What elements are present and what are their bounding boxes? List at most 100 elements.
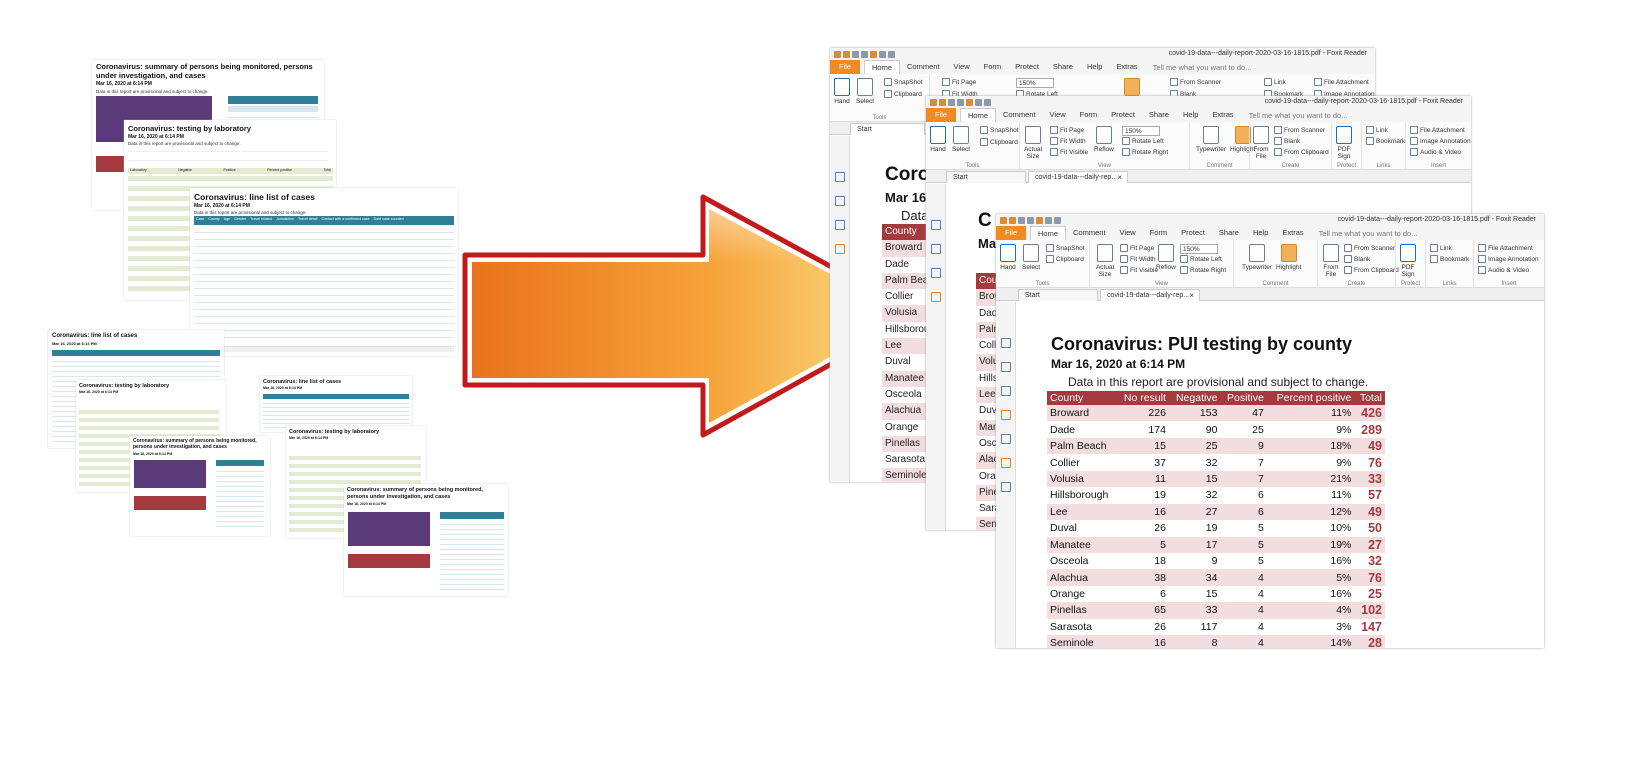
cell-total: 426 — [1354, 405, 1385, 422]
cell-total: 57 — [1354, 487, 1385, 504]
redo-icon[interactable] — [984, 98, 991, 106]
table-row: Palm Beach 15 25 9 18% 49 — [1047, 437, 1385, 455]
menu-form-2[interactable]: Form — [1073, 108, 1105, 122]
close-tab-icon[interactable]: × — [1189, 290, 1194, 302]
cell-positive: 4 — [1220, 585, 1267, 603]
print-icon[interactable] — [1027, 216, 1034, 224]
undo-icon[interactable] — [1045, 216, 1052, 224]
cell-no-result: 19 — [1116, 487, 1169, 504]
menu-share-2[interactable]: Share — [1142, 108, 1176, 122]
menu-file[interactable]: File — [830, 60, 860, 74]
menu-view-3[interactable]: View — [1113, 226, 1143, 240]
menu-protect-3[interactable]: Protect — [1174, 226, 1212, 240]
menu-extras-3[interactable]: Extras — [1275, 226, 1310, 240]
menu-home[interactable]: Home — [864, 60, 901, 74]
new-icon[interactable] — [1036, 216, 1043, 224]
cases-col-travel-detail: Travel detail — [298, 217, 318, 221]
save-icon[interactable] — [948, 98, 955, 106]
save-icon[interactable] — [1018, 216, 1025, 224]
cell-positive: 5 — [1220, 520, 1267, 537]
security-icon[interactable] — [1001, 482, 1011, 492]
print-icon[interactable] — [861, 50, 868, 58]
menu-view-2[interactable]: View — [1043, 108, 1073, 122]
redo-icon[interactable] — [888, 50, 895, 58]
layers-icon[interactable] — [1001, 362, 1011, 372]
comments-icon[interactable] — [931, 268, 941, 278]
undo-icon[interactable] — [975, 98, 982, 106]
comments-icon[interactable] — [1001, 386, 1011, 396]
layers-icon[interactable] — [835, 196, 845, 206]
menu-share-3[interactable]: Share — [1212, 226, 1246, 240]
tab-document-2[interactable]: covid-19-data---daily-rep... × — [1028, 171, 1128, 183]
redo-icon[interactable] — [1054, 216, 1061, 224]
menu-form[interactable]: Form — [977, 60, 1009, 74]
col-no-result: No result — [1116, 391, 1169, 405]
menu-file-3[interactable]: File — [996, 226, 1026, 240]
cell-no-result: 65 — [1116, 602, 1169, 619]
menu-help-2[interactable]: Help — [1176, 108, 1205, 122]
menu-protect-2[interactable]: Protect — [1104, 108, 1142, 122]
lab-report-date: Mar 16, 2020 at 6:14 PM — [128, 134, 184, 140]
pages-icon[interactable] — [835, 172, 845, 182]
cases-report-title: Coronavirus: line list of cases — [194, 192, 315, 202]
undo-icon[interactable] — [879, 50, 886, 58]
menu-file-2[interactable]: File — [926, 108, 956, 122]
lock-icon[interactable] — [1001, 458, 1011, 468]
folder-icon[interactable] — [939, 98, 946, 106]
layers-icon[interactable] — [931, 244, 941, 254]
close-tab-icon[interactable]: × — [1117, 172, 1122, 184]
signatures-icon[interactable] — [1001, 434, 1011, 444]
cell-percent-positive: 18% — [1266, 437, 1355, 455]
menu-help[interactable]: Help — [1080, 60, 1109, 74]
file-attachment-button[interactable]: File Attachment — [1314, 78, 1369, 86]
cell-negative: 15 — [1168, 470, 1221, 488]
open-icon[interactable] — [930, 98, 937, 106]
menu-protect[interactable]: Protect — [1008, 60, 1046, 74]
cell-county: Volusia — [1047, 470, 1117, 488]
pages-icon[interactable] — [931, 220, 941, 230]
report-note: Data in this report are provisional and … — [1068, 375, 1369, 389]
cell-positive: 25 — [1220, 421, 1267, 438]
menu-comment-2[interactable]: Comment — [996, 108, 1043, 122]
menu-help-3[interactable]: Help — [1246, 226, 1275, 240]
tab-start-3[interactable]: Start — [1018, 289, 1098, 301]
county-cell: Manatee — [882, 370, 930, 387]
fit-page-button[interactable]: Fit Page — [942, 78, 976, 86]
folder-icon[interactable] — [1009, 216, 1016, 224]
from-scanner-button[interactable]: From Scanner — [1170, 78, 1221, 86]
new-icon[interactable] — [870, 50, 877, 58]
menu-extras-2[interactable]: Extras — [1205, 108, 1240, 122]
folder-icon[interactable] — [843, 50, 850, 58]
small-lab-date: Mar 16, 2020 at 6:14 PM — [79, 390, 119, 394]
highlight-button[interactable] — [1124, 78, 1140, 98]
save-icon[interactable] — [852, 50, 859, 58]
new-icon[interactable] — [966, 98, 973, 106]
tab-start[interactable]: Start — [850, 123, 925, 135]
menu-home-2[interactable]: Home — [960, 108, 997, 122]
menu-extras[interactable]: Extras — [1109, 60, 1144, 74]
menu-view[interactable]: View — [947, 60, 977, 74]
tell-me-search[interactable]: Tell me what you want to do... — [1153, 63, 1252, 72]
print-icon[interactable] — [957, 98, 964, 106]
open-icon[interactable] — [834, 50, 841, 58]
menu-share[interactable]: Share — [1046, 60, 1080, 74]
comments-icon[interactable] — [835, 220, 845, 230]
menu-form-3[interactable]: Form — [1143, 226, 1175, 240]
menu-home-3[interactable]: Home — [1030, 226, 1067, 240]
zoom-select[interactable]: 150% — [1016, 78, 1054, 88]
attachments-icon[interactable] — [1001, 410, 1011, 420]
ribbon-2: Hand Select SnapShot Clipboard Actual Si… — [926, 122, 1471, 170]
open-icon[interactable] — [1000, 216, 1007, 224]
tell-me-search-2[interactable]: Tell me what you want to do... — [1249, 111, 1348, 120]
link-button[interactable]: Link — [1264, 78, 1286, 86]
menu-comment[interactable]: Comment — [900, 60, 947, 74]
attachments-icon[interactable] — [835, 244, 845, 254]
attachments-icon[interactable] — [931, 292, 941, 302]
menu-bar-2: File Home Comment View Form Protect Shar… — [926, 108, 1471, 122]
tell-me-search-3[interactable]: Tell me what you want to do... — [1319, 229, 1418, 238]
cases-col-case: Case — [196, 217, 205, 221]
tab-document-3[interactable]: covid-19-data---daily-rep... × — [1100, 289, 1200, 301]
menu-comment-3[interactable]: Comment — [1066, 226, 1113, 240]
tab-start-2[interactable]: Start — [946, 171, 1026, 183]
pages-icon[interactable] — [1001, 338, 1011, 348]
